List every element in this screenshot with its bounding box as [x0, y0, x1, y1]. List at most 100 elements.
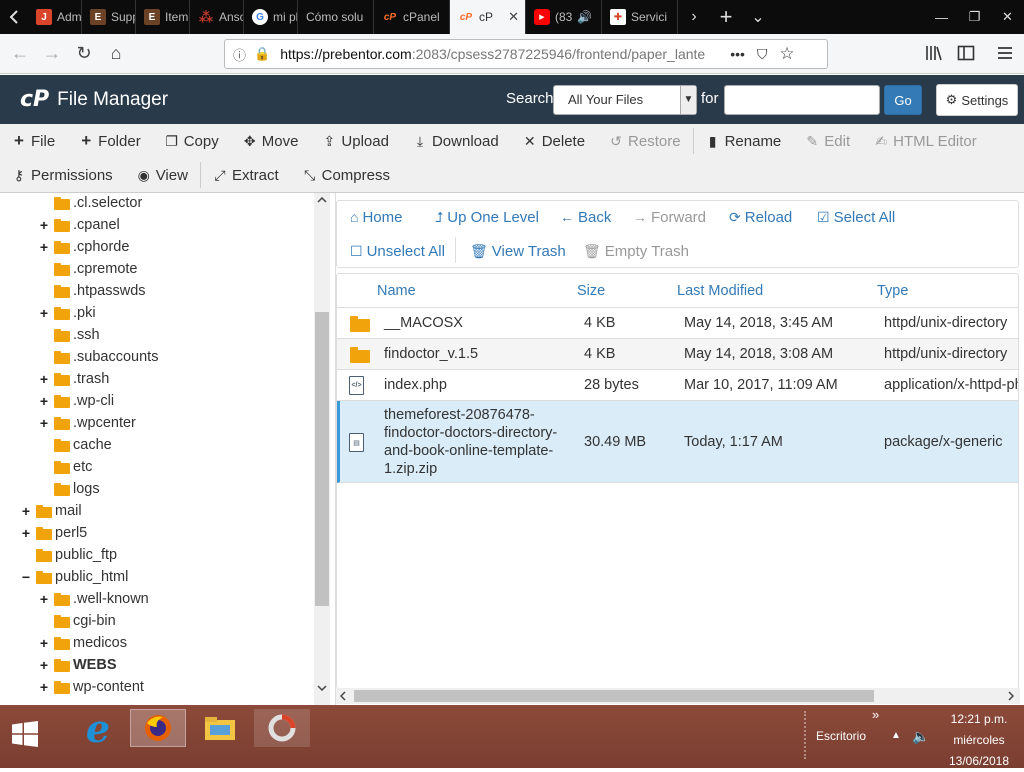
- file-table-horizontal-scrollbar[interactable]: [336, 688, 1020, 704]
- restore-icon[interactable]: ❐: [958, 0, 991, 34]
- unselect-all-button[interactable]: ☐ Unselect All: [350, 241, 445, 261]
- compress-button[interactable]: ⤡ Compress: [291, 158, 402, 192]
- column-header-name[interactable]: Name: [377, 283, 416, 299]
- back-arrow-icon[interactable]: ←: [4, 38, 36, 70]
- rename-button[interactable]: ▮ Rename: [694, 124, 794, 158]
- browser-tab-support[interactable]: E Suppo: [82, 0, 136, 34]
- tree-expand-toggle[interactable]: +: [38, 415, 50, 431]
- horizontal-scrollbar-thumb[interactable]: [354, 690, 874, 702]
- permissions-button[interactable]: ⚷ Permissions: [0, 158, 125, 192]
- html-editor-button[interactable]: ✍ HTML Editor: [862, 124, 989, 158]
- tree-expand-toggle[interactable]: +: [38, 217, 50, 233]
- delete-button[interactable]: ✕ Delete: [511, 124, 597, 158]
- volume-icon[interactable]: 🔈: [912, 728, 929, 745]
- edit-button[interactable]: ✎ Edit: [793, 124, 862, 158]
- browser-tab-youtube[interactable]: ▶ (83 🔊: [526, 0, 602, 34]
- tree-item[interactable]: + .wp-cli: [38, 390, 114, 412]
- pocket-icon[interactable]: ⛉: [757, 46, 768, 63]
- new-folder-button[interactable]: + Folder: [67, 124, 153, 158]
- tree-expand-toggle[interactable]: +: [38, 679, 50, 695]
- go-button[interactable]: Go: [884, 85, 922, 115]
- reload-button[interactable]: ⟳ Reload: [729, 207, 792, 227]
- close-tab-icon[interactable]: ✕: [508, 9, 519, 25]
- forward-button[interactable]: → Forward: [633, 207, 706, 227]
- column-header-modified[interactable]: Last Modified: [677, 283, 763, 299]
- bookmark-star-icon[interactable]: ☆: [779, 44, 794, 64]
- url-bar[interactable]: ⓘ 🔒 https://prebentor.com:2083/cpsess278…: [224, 39, 828, 69]
- scroll-right-icon[interactable]: [1008, 691, 1014, 701]
- url-text[interactable]: https://prebentor.com:2083/cpsess2787225…: [280, 46, 716, 62]
- tree-item[interactable]: + .well-known: [38, 588, 149, 610]
- tree-item[interactable]: .htpasswds: [38, 280, 146, 302]
- tree-expand-toggle[interactable]: +: [38, 393, 50, 409]
- home-button[interactable]: ⌂ Home: [350, 207, 402, 227]
- tree-item[interactable]: public_ftp: [20, 544, 117, 566]
- firefox-icon[interactable]: [130, 709, 186, 747]
- search-scope-select[interactable]: All Your Files ▼: [553, 85, 697, 115]
- tab-list-icon[interactable]: ⌄: [742, 0, 774, 34]
- view-button[interactable]: ◉ View: [125, 158, 200, 192]
- tree-item[interactable]: + mail: [20, 500, 82, 522]
- tree-item[interactable]: .cpremote: [38, 258, 137, 280]
- tree-expand-toggle[interactable]: +: [38, 591, 50, 607]
- close-window-icon[interactable]: ✕: [991, 0, 1024, 34]
- browser-tab-active[interactable]: cP cP ✕: [450, 0, 526, 34]
- speaker-icon[interactable]: 🔊: [577, 10, 592, 24]
- tree-item[interactable]: cache: [38, 434, 112, 456]
- browser-tab-cpanel[interactable]: cP cPanel: [374, 0, 450, 34]
- restore-button[interactable]: ↺ Restore: [597, 124, 693, 158]
- table-row[interactable]: </> index.php 28 bytes Mar 10, 2017, 11:…: [337, 370, 1018, 401]
- toolbar-expand-icon[interactable]: »: [872, 707, 879, 722]
- tree-item[interactable]: + medicos: [38, 632, 127, 654]
- up-one-level-button[interactable]: ⮥ Up One Level: [435, 207, 539, 227]
- select-all-button[interactable]: ☑ Select All: [817, 207, 895, 227]
- tree-expand-toggle[interactable]: +: [38, 657, 50, 673]
- tab-scroll-right-icon[interactable]: ›: [678, 0, 710, 34]
- scroll-left-icon[interactable]: [340, 691, 346, 701]
- home-icon[interactable]: ⌂: [100, 38, 132, 70]
- system-clock[interactable]: 12:21 p.m. miércoles 13/06/2018: [940, 709, 1018, 772]
- library-icon[interactable]: [925, 44, 943, 62]
- tree-expand-toggle[interactable]: +: [38, 305, 50, 321]
- move-button[interactable]: ✥ Move: [231, 124, 311, 158]
- new-file-button[interactable]: + File: [0, 124, 67, 158]
- tree-scrollbar-thumb[interactable]: [315, 312, 329, 606]
- browser-tab-como[interactable]: Cómo solu: [298, 0, 374, 34]
- tree-item[interactable]: cgi-bin: [38, 610, 116, 632]
- tree-item[interactable]: logs: [38, 478, 100, 500]
- tree-item[interactable]: + .wpcenter: [38, 412, 136, 434]
- file-explorer-icon[interactable]: [192, 709, 248, 747]
- tree-item[interactable]: + wp-content: [38, 676, 144, 698]
- sidebar-icon[interactable]: [957, 44, 975, 62]
- new-tab-icon[interactable]: +: [710, 0, 742, 34]
- tree-expand-toggle[interactable]: +: [38, 371, 50, 387]
- page-actions-icon[interactable]: •••: [730, 46, 745, 62]
- scroll-down-icon[interactable]: [317, 685, 327, 691]
- copy-button[interactable]: ❐ Copy: [153, 124, 231, 158]
- tree-item[interactable]: − public_html: [20, 566, 128, 588]
- scroll-up-icon[interactable]: [317, 197, 327, 203]
- empty-trash-button[interactable]: 🗑 Empty Trash: [583, 241, 689, 261]
- tree-item[interactable]: .cl.selector: [38, 193, 142, 214]
- tree-item[interactable]: + perl5: [20, 522, 87, 544]
- settings-button[interactable]: ⚙ Settings: [936, 84, 1018, 116]
- column-header-size[interactable]: Size: [577, 283, 605, 299]
- tray-expand-icon[interactable]: ▲: [891, 730, 901, 741]
- info-icon[interactable]: ⓘ: [233, 45, 246, 64]
- app-icon[interactable]: [254, 709, 310, 747]
- tree-item[interactable]: + .pki: [38, 302, 96, 324]
- browser-tab-anson[interactable]: ⁂ Anson: [190, 0, 244, 34]
- internet-explorer-icon[interactable]: e: [70, 706, 126, 751]
- forward-arrow-icon[interactable]: →: [36, 38, 68, 70]
- search-input[interactable]: [724, 85, 880, 115]
- tree-item[interactable]: + .cpanel: [38, 214, 120, 236]
- tree-item[interactable]: etc: [38, 456, 92, 478]
- tree-item[interactable]: .ssh: [38, 324, 100, 346]
- windows-start-icon[interactable]: [12, 721, 38, 747]
- tree-item[interactable]: + .cphorde: [38, 236, 130, 258]
- download-button[interactable]: ⤓ Download: [401, 124, 511, 158]
- upload-button[interactable]: ⇪ Upload: [310, 124, 401, 158]
- column-header-type[interactable]: Type: [877, 283, 908, 299]
- reload-icon[interactable]: ↻: [68, 38, 100, 70]
- tree-expand-toggle[interactable]: +: [38, 635, 50, 651]
